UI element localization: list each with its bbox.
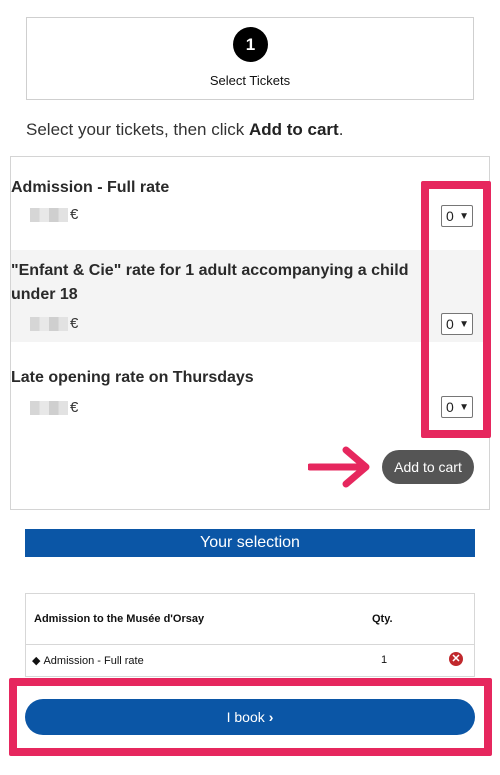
ticket-price: € bbox=[30, 315, 78, 332]
ticket-name-continued: under 18 bbox=[11, 286, 78, 303]
blurred-price bbox=[30, 316, 68, 331]
currency-symbol: € bbox=[70, 206, 79, 223]
ticket-name: Admission - Full rate bbox=[11, 179, 170, 196]
step-number-badge: 1 bbox=[233, 27, 268, 62]
table-divider bbox=[26, 644, 474, 645]
selection-heading: Your selection bbox=[25, 529, 475, 557]
book-highlight-box bbox=[9, 678, 492, 756]
selection-column-qty: Qty. bbox=[372, 613, 393, 625]
ticket-icon: ◆ bbox=[32, 655, 41, 667]
selection-item-qty: 1 bbox=[381, 654, 388, 666]
step-label: Select Tickets bbox=[209, 73, 291, 88]
currency-symbol: € bbox=[70, 315, 79, 332]
selection-column-item: Admission to the Musée d'Orsay bbox=[34, 613, 205, 625]
add-to-cart-button[interactable]: Add to cart bbox=[382, 450, 474, 484]
instruction-bold: Add to cart bbox=[248, 120, 339, 139]
ticket-price: € bbox=[30, 206, 78, 223]
selection-item-name: Admission - Full rate bbox=[43, 654, 144, 667]
currency-symbol: € bbox=[70, 399, 79, 416]
instruction-prefix: Select your tickets, then click bbox=[26, 120, 249, 139]
ticket-price: € bbox=[30, 399, 78, 416]
instruction-text: Select your tickets, then click Add to c… bbox=[26, 120, 343, 140]
table-row: ◆ Admission - Full rate bbox=[32, 654, 144, 668]
ticket-name: Late opening rate on Thursdays bbox=[11, 369, 254, 386]
blurred-price bbox=[30, 400, 68, 415]
blurred-price bbox=[30, 207, 68, 222]
quantity-highlight-box bbox=[421, 181, 491, 438]
ticket-name: "Enfant & Cie" rate for 1 adult accompan… bbox=[11, 262, 409, 279]
arrow-right-icon bbox=[308, 446, 370, 488]
remove-item-icon[interactable]: ✕ bbox=[449, 652, 463, 666]
instruction-suffix: . bbox=[338, 120, 344, 139]
